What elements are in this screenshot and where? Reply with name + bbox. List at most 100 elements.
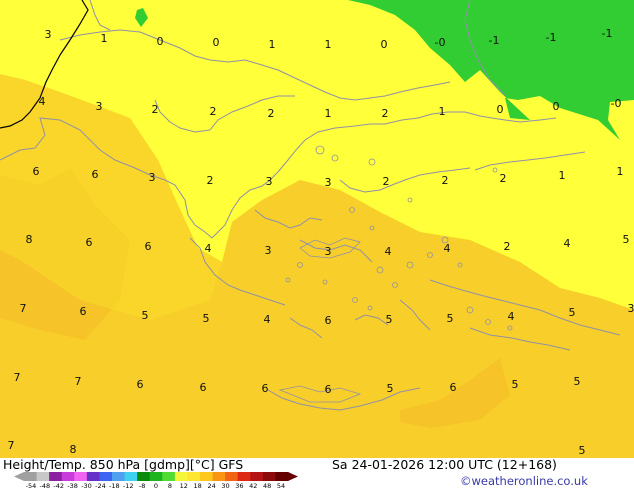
temperature-label: 6 [137,378,144,391]
legend-tick-label: -30 [81,482,92,490]
temperature-label: 2 [210,105,217,118]
temperature-label: -1 [602,27,613,40]
legend-swatch [275,472,289,481]
temperature-label: 7 [20,302,27,315]
legend-swatch [187,472,201,481]
legend-tick-label: -48 [40,482,51,490]
temperature-label: 5 [142,309,149,322]
legend-swatch [99,472,113,481]
temperature-label: 6 [145,240,152,253]
temperature-label: 4 [205,242,212,255]
map-datetime: Sa 24-01-2026 12:00 UTC (12+168) [332,457,557,472]
temperature-label: 3 [325,245,332,258]
temperature-label: 2 [500,172,507,185]
legend-swatch [149,472,163,481]
legend-swatch [49,472,63,481]
temperature-label: 0 [213,36,220,49]
temperature-label: 2 [442,174,449,187]
map-title: Height/Temp. 850 hPa [gdmp][°C] GFS [3,457,243,472]
temperature-legend: -54 -48 -42 -38 -30 -24 -18 -12 -8 0 8 12 18 24 30 36 42… [14,472,298,490]
temperature-label: 8 [70,443,77,456]
legend-tick-label: 48 [263,482,271,490]
legend-swatch [112,472,126,481]
legend-tick-label: 30 [221,482,229,490]
legend-swatch [24,472,38,481]
legend-tick-label: 36 [235,482,243,490]
legend-tick-label: 54 [277,482,285,490]
temperature-label: 1 [269,38,276,51]
legend-tick-label: -54 [26,482,37,490]
temperature-label: 4 [564,237,571,250]
temperature-label: 6 [325,314,332,327]
legend-swatch [174,472,188,481]
temperature-label: 8 [26,233,33,246]
legend-tick-label: -8 [139,482,145,490]
temperature-label: 1 [325,38,332,51]
temperature-label: 2 [152,103,159,116]
temperature-label: 4 [444,242,451,255]
legend-tick-label: 12 [180,482,188,490]
legend-tick-label: 42 [249,482,257,490]
temperature-label: 2 [504,240,511,253]
legend-swatch [212,472,226,481]
temperature-label: 3 [265,244,272,257]
legend-swatch [74,472,88,481]
temperature-label: 3 [149,171,156,184]
temperature-label: 1 [325,107,332,120]
temperature-label: 0 [157,35,164,48]
temperature-label: 4 [508,310,515,323]
temperature-label: 6 [80,305,87,318]
legend-swatch [162,472,176,481]
temperature-label: 5 [387,382,394,395]
legend-swatch [225,472,239,481]
temperature-label: -0 [611,97,622,110]
temperature-label: 7 [75,375,82,388]
legend-swatch [262,472,276,481]
temperature-label: 5 [203,312,210,325]
temperature-label: 3 [96,100,103,113]
temperature-label: 3 [45,28,52,41]
temperature-label: -1 [489,34,500,47]
temperature-label: 4 [39,95,46,108]
temperature-label: 5 [512,378,519,391]
temperature-label: 5 [574,375,581,388]
temperature-label: -0 [435,36,446,49]
temperature-label: 1 [559,169,566,182]
temperature-label: 2 [207,174,214,187]
temperature-label: 0 [497,103,504,116]
legend-tick-label: 8 [168,482,172,490]
weather-map: 3 1 0 0 1 1 0 -0 -1 -1 -1 4 3 2 2 2 1 2 1 0 0 -0 6 6 3 2 3 3 2 2 2 1 1 8 6… [0,0,634,490]
legend-swatch [61,472,75,481]
temperature-label: 4 [264,313,271,326]
legend-tick-label: -18 [109,482,120,490]
temperature-label: 6 [200,381,207,394]
temperature-label: 4 [385,245,392,258]
temperature-label: 0 [553,100,560,113]
legend-tick-label: 24 [207,482,215,490]
legend-swatch [200,472,214,481]
temperature-label: 7 [8,439,15,452]
legend-tick-label: -42 [53,482,64,490]
legend-tick-label: -38 [67,482,78,490]
legend-tick-label: 0 [154,482,158,490]
legend-swatch [137,472,151,481]
legend-swatch [36,472,50,481]
legend-tick-label: -12 [123,482,134,490]
temperature-label: 1 [617,165,624,178]
temperature-label: 6 [92,168,99,181]
temperature-label: 5 [623,233,630,246]
temperature-label: 5 [569,306,576,319]
temperature-label: 6 [325,383,332,396]
credit-link[interactable]: ©weatheronline.co.uk [460,474,588,488]
legend-swatch [250,472,264,481]
temperature-label: 6 [33,165,40,178]
temperature-label: 6 [262,382,269,395]
temperature-label: 3 [266,175,273,188]
temperature-label: 5 [447,312,454,325]
temperature-label: 6 [86,236,93,249]
legend-swatch [86,472,100,481]
temperature-label: 3 [628,302,634,315]
temperature-label: 2 [382,107,389,120]
legend-tick-label: -24 [95,482,106,490]
legend-swatch [124,472,138,481]
